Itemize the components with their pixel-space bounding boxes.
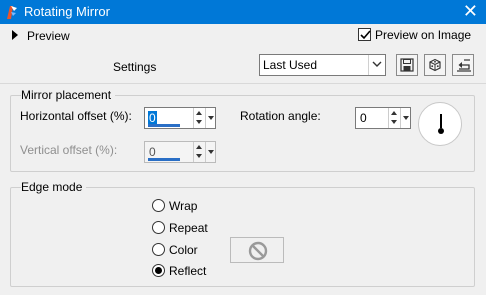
settings-label: Settings <box>113 60 157 74</box>
preview-toggle[interactable]: Preview <box>27 29 70 43</box>
spin-arrows-icon[interactable] <box>193 142 205 162</box>
chevron-down-icon[interactable] <box>205 142 215 162</box>
radio-label: Color <box>169 243 198 257</box>
preview-toolbar: Preview Preview on Image <box>0 24 486 48</box>
preview-on-image-label[interactable]: Preview on Image <box>375 28 471 42</box>
title-bar: Rotating Mirror ✕ <box>0 0 486 24</box>
horizontal-offset-label: Horizontal offset (%): <box>20 109 132 123</box>
chevron-down-icon[interactable] <box>368 55 385 75</box>
dice-icon <box>429 58 441 72</box>
slider-bar[interactable] <box>148 158 180 161</box>
reset-button[interactable] <box>452 54 474 76</box>
edge-color-swatch[interactable] <box>230 237 284 263</box>
preview-on-image-checkbox[interactable] <box>358 28 371 41</box>
window-title: Rotating Mirror <box>24 4 110 19</box>
dial-needle <box>440 114 442 128</box>
mirror-placement-title: Mirror placement <box>21 88 116 102</box>
close-icon[interactable]: ✕ <box>463 1 478 21</box>
spin-arrows-icon[interactable] <box>193 108 205 128</box>
settings-row: Settings Last Used <box>0 48 486 84</box>
vertical-offset-label: Vertical offset (%): <box>20 143 118 157</box>
vertical-offset-value: 0 <box>149 145 156 159</box>
horizontal-offset-input[interactable]: 0 <box>144 107 216 129</box>
dial-center <box>438 128 444 134</box>
radio-label: Reflect <box>169 264 207 278</box>
save-icon <box>400 58 414 72</box>
rotation-dial[interactable] <box>418 102 462 146</box>
preset-value: Last Used <box>263 58 318 72</box>
app-icon <box>5 4 19 20</box>
randomize-button[interactable] <box>424 54 446 76</box>
rotation-angle-input[interactable]: 0 <box>355 107 411 129</box>
preset-select[interactable]: Last Used <box>259 54 386 76</box>
chevron-down-icon[interactable] <box>400 108 410 128</box>
save-preset-button[interactable] <box>396 54 418 76</box>
radio-wrap[interactable] <box>152 199 165 212</box>
chevron-down-icon[interactable] <box>205 108 215 128</box>
reset-icon <box>457 59 471 72</box>
radio-label: Wrap <box>169 199 198 213</box>
radio-repeat[interactable] <box>152 221 165 234</box>
spin-arrows-icon[interactable] <box>388 108 400 128</box>
radio-reflect[interactable] <box>152 264 165 277</box>
radio-label: Repeat <box>169 221 208 235</box>
expand-arrow-icon[interactable] <box>12 30 18 40</box>
rotation-angle-label: Rotation angle: <box>240 109 321 123</box>
rotation-angle-value: 0 <box>360 111 367 125</box>
vertical-offset-input[interactable]: 0 <box>144 141 216 163</box>
radio-color[interactable] <box>152 243 165 256</box>
horizontal-offset-value: 0 <box>148 111 157 125</box>
checkmark-icon <box>360 30 371 40</box>
edge-mode-title: Edge mode <box>21 180 87 194</box>
slider-bar[interactable] <box>148 124 180 127</box>
no-color-icon <box>248 241 268 261</box>
